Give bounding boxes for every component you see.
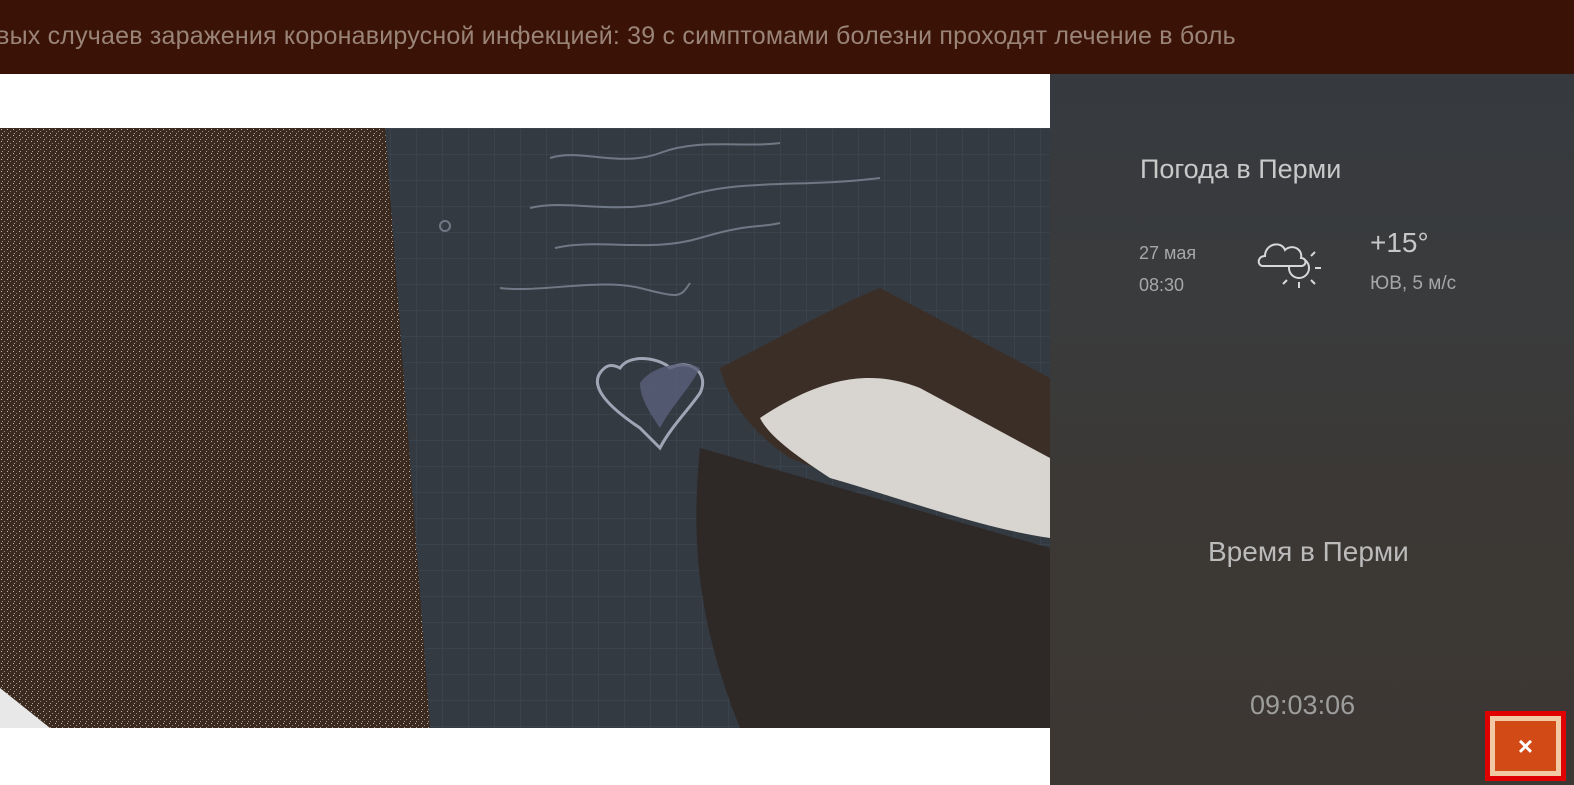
cloud-sun-icon (1255, 230, 1333, 296)
clock-value: 09:03:06 (1250, 690, 1356, 720)
news-ticker: овых случаев заражения коронавирусной ин… (0, 0, 1574, 74)
weather-date: 27 мая (1139, 243, 1197, 263)
news-photo (0, 128, 1050, 728)
close-button[interactable]: × (1485, 711, 1566, 781)
main-content (0, 74, 1050, 785)
weather-datetime: 27 мая 08:30 (1139, 237, 1196, 301)
weather-wind: ЮВ, 5 м/с (1370, 273, 1457, 294)
weather-time: 08:30 (1139, 275, 1185, 295)
weather-temperature: +15° (1370, 227, 1429, 258)
info-sidebar: Погода в Перми 27 мая 08:30 +15° ЮВ, 5 м… (1050, 74, 1574, 785)
clock-title: Время в Перми (1208, 536, 1409, 567)
weather-title: Погода в Перми (1140, 154, 1342, 184)
close-icon[interactable]: × (1495, 721, 1556, 771)
ticker-text: овых случаев заражения коронавирусной ин… (0, 22, 1236, 50)
